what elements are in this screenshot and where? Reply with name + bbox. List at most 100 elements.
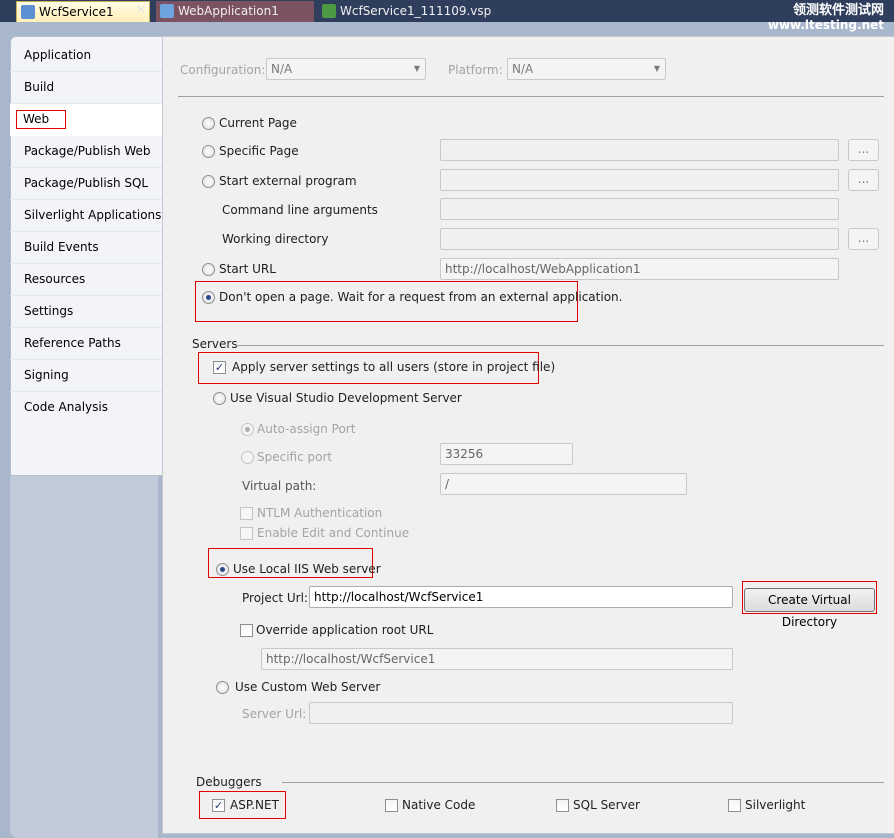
nav-item-label: Signing — [24, 368, 69, 382]
command-line-arguments-input[interactable] — [440, 198, 839, 220]
ntlm-auth-checkbox[interactable] — [240, 507, 253, 520]
override-root-url-input[interactable]: http://localhost/WcfService1 — [261, 648, 733, 670]
nav-item-reference-paths[interactable]: Reference Paths — [10, 328, 162, 360]
platform-value: N/A — [512, 62, 534, 76]
start-url-radio[interactable] — [202, 263, 215, 276]
edit-and-continue-label: Enable Edit and Continue — [257, 526, 410, 540]
native-code-debugger-label: Native Code — [402, 798, 476, 812]
nav-item-web[interactable]: Web — [10, 104, 162, 136]
tab-label: WcfService1 — [39, 5, 114, 19]
nav-background — [10, 476, 158, 838]
watermark-title: 领测软件测试网 — [792, 3, 884, 18]
virtual-path-input[interactable]: / — [440, 473, 687, 495]
configuration-dropdown[interactable]: N/A ▼ — [266, 58, 426, 80]
silverlight-debugger-checkbox[interactable] — [728, 799, 741, 812]
divider — [282, 782, 884, 783]
web-project-icon — [21, 5, 35, 19]
configuration-label: Configuration: — [180, 63, 266, 77]
document-tab-strip: WcfService1 ✕ WebApplication1 WcfService… — [0, 0, 894, 32]
nav-item-package-publish-sql[interactable]: Package/Publish SQL — [10, 168, 162, 200]
command-line-arguments-label: Command line arguments — [222, 203, 378, 217]
nav-item-label: Application — [24, 48, 92, 62]
nav-item-build[interactable]: Build — [10, 72, 162, 104]
nav-item-package-publish-web[interactable]: Package/Publish Web — [10, 136, 162, 168]
performance-session-icon — [322, 4, 336, 18]
start-external-program-radio[interactable] — [202, 175, 215, 188]
dont-open-page-radio[interactable] — [202, 291, 215, 304]
local-iis-radio[interactable] — [216, 563, 229, 576]
aspnet-debugger-checkbox[interactable]: ✓ — [212, 799, 225, 812]
specific-page-label: Specific Page — [219, 144, 299, 158]
working-directory-label: Working directory — [222, 232, 329, 246]
auto-assign-port-label: Auto-assign Port — [257, 422, 356, 436]
tab-label: WcfService1_111109.vsp — [340, 4, 492, 18]
start-url-input[interactable]: http://localhost/WebApplication1 — [440, 258, 839, 280]
nav-item-application[interactable]: Application — [10, 40, 162, 72]
edit-and-continue-checkbox[interactable] — [240, 527, 253, 540]
local-iis-label: Use Local IIS Web server — [233, 562, 381, 576]
vs-dev-server-label: Use Visual Studio Development Server — [230, 391, 462, 405]
divider — [178, 96, 884, 97]
specific-port-input[interactable]: 33256 — [440, 443, 573, 465]
ntlm-auth-label: NTLM Authentication — [257, 506, 383, 520]
close-tab-icon[interactable]: ✕ — [134, 3, 148, 19]
sql-server-debugger-checkbox[interactable] — [556, 799, 569, 812]
nav-item-code-analysis[interactable]: Code Analysis — [10, 392, 162, 424]
server-url-label: Server Url: — [242, 707, 307, 721]
external-program-browse-button[interactable]: ... — [848, 169, 879, 191]
platform-dropdown[interactable]: N/A ▼ — [507, 58, 666, 80]
divider — [236, 345, 884, 346]
specific-page-radio[interactable] — [202, 145, 215, 158]
nav-item-label: Package/Publish Web — [24, 144, 151, 158]
configuration-value: N/A — [271, 62, 293, 76]
nav-item-silverlight-applications[interactable]: Silverlight Applications — [10, 200, 162, 232]
native-code-debugger-checkbox[interactable] — [385, 799, 398, 812]
nav-item-label: Reference Paths — [24, 336, 121, 350]
project-url-input[interactable]: http://localhost/WcfService1 — [309, 586, 733, 608]
sql-server-debugger-label: SQL Server — [573, 798, 640, 812]
override-root-url-checkbox[interactable] — [240, 624, 253, 637]
specific-page-browse-button[interactable]: ... — [848, 139, 879, 161]
apply-all-users-label: Apply server settings to all users (stor… — [232, 360, 556, 374]
specific-page-input[interactable] — [440, 139, 839, 161]
nav-item-label: Package/Publish SQL — [24, 176, 149, 190]
nav-item-settings[interactable]: Settings — [10, 296, 162, 328]
nav-item-label: Code Analysis — [24, 400, 108, 414]
working-directory-browse-button[interactable]: ... — [848, 228, 879, 250]
specific-port-label: Specific port — [257, 450, 333, 464]
vs-dev-server-radio[interactable] — [213, 392, 226, 405]
start-url-label: Start URL — [219, 262, 276, 276]
platform-label: Platform: — [448, 63, 503, 77]
nav-item-signing[interactable]: Signing — [10, 360, 162, 392]
create-virtual-directory-button[interactable]: Create Virtual Directory — [744, 588, 875, 629]
current-page-label: Current Page — [219, 116, 297, 130]
auto-assign-port-radio[interactable] — [241, 423, 254, 436]
current-page-radio[interactable] — [202, 117, 215, 130]
tab-wcfservice1[interactable]: WcfService1 — [16, 1, 150, 22]
custom-web-server-radio[interactable] — [216, 681, 229, 694]
tab-wcfservice1-vsp[interactable]: WcfService1_111109.vsp — [318, 1, 492, 22]
server-url-input[interactable] — [309, 702, 733, 724]
apply-all-users-checkbox[interactable]: ✓ — [213, 361, 226, 374]
nav-item-label: Web — [16, 110, 67, 129]
working-directory-input[interactable] — [440, 228, 839, 250]
debuggers-section-label: Debuggers — [196, 775, 262, 789]
external-program-input[interactable] — [440, 169, 839, 191]
nav-item-label: Silverlight Applications — [24, 208, 162, 222]
aspnet-debugger-label: ASP.NET — [230, 798, 279, 812]
nav-item-label: Resources — [24, 272, 86, 286]
web-project-icon — [160, 4, 174, 18]
tab-label: WebApplication1 — [178, 4, 279, 18]
nav-item-label: Build Events — [24, 240, 99, 254]
watermark-url: www.ltesting.net — [767, 18, 884, 32]
nav-item-build-events[interactable]: Build Events — [10, 232, 162, 264]
nav-item-resources[interactable]: Resources — [10, 264, 162, 296]
tab-webapplication1[interactable]: WebApplication1 — [156, 1, 314, 22]
start-external-program-label: Start external program — [219, 174, 357, 188]
silverlight-debugger-label: Silverlight — [745, 798, 806, 812]
nav-item-label: Settings — [24, 304, 74, 318]
specific-port-radio[interactable] — [241, 451, 254, 464]
virtual-path-label: Virtual path: — [242, 479, 317, 493]
servers-section-label: Servers — [192, 337, 238, 351]
dont-open-page-label: Don't open a page. Wait for a request fr… — [219, 290, 623, 304]
